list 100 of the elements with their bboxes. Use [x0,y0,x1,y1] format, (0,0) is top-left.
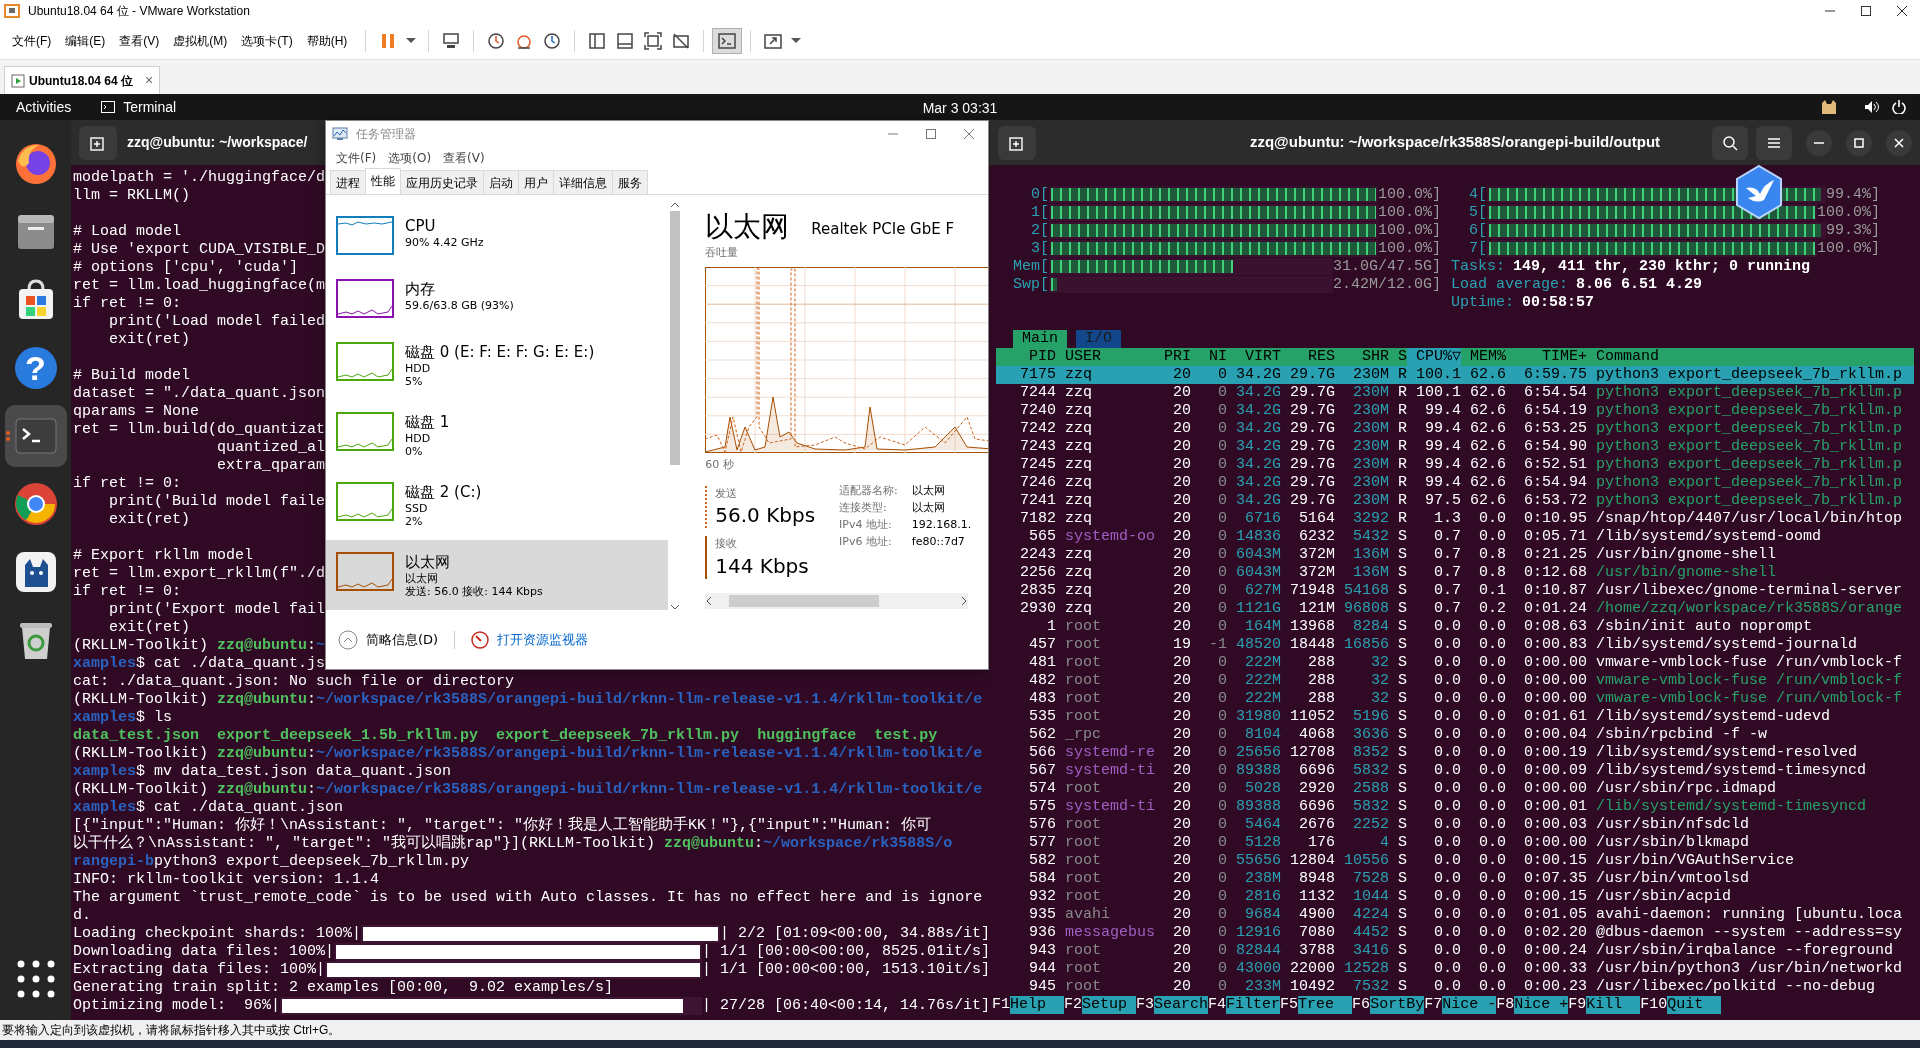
process-row[interactable]: 936 messagebus 20 0 12916 7080 4452 S 0.0 0.0 0:02.20 @dbus-daemon --system --address=sy [990,924,1920,942]
column-header[interactable]: RES [1281,348,1335,366]
power-icon[interactable] [1892,100,1906,114]
function-key[interactable]: Kill [1586,996,1641,1014]
process-row[interactable]: 7240 zzq 20 0 34.2G 29.7G 230M R 99.4 62.6 6:54.19 python3 export_deepseek_7b_rkllm.p [990,402,1920,420]
process-row[interactable]: 457 root 19 -1 48520 18448 16856 S 0.0 0.0 0:00.83 /lib/systemd/systemd-journald [990,636,1920,654]
cat-icon[interactable] [1820,99,1838,115]
process-row[interactable]: 932 root 20 0 2816 1132 1044 S 0.0 0.0 0:00.15 /usr/sbin/acpid [990,888,1920,906]
menu-item[interactable]: 文件(F) [330,148,383,167]
tab[interactable]: 用户 [518,169,554,194]
function-key[interactable]: Quit [1667,996,1722,1014]
process-row[interactable]: 574 root 20 0 5028 2920 2588 S 0.0 0.0 0:00.00 /usr/sbin/rpc.idmapd [990,780,1920,798]
process-row[interactable]: 7246 zzq 20 0 34.2G 29.7G 230M R 99.4 62.6 6:54.94 python3 export_deepseek_7b_rkllm.p [990,474,1920,492]
app-menu-button[interactable]: Terminal [95,95,183,119]
device-item[interactable]: 内存 59.6/63.8 GB (93%) [326,266,669,330]
function-key[interactable]: SortBy [1370,996,1425,1014]
dock-item[interactable]: ? [4,337,67,399]
chevron-right-icon[interactable] [960,595,969,606]
column-header[interactable]: NI [1191,348,1227,366]
resource-monitor-link[interactable]: 打开资源监视器 [471,630,589,650]
menu-item[interactable]: 选项卡(T) [237,29,297,52]
process-row[interactable]: 576 root 20 0 5464 2676 2252 S 0.0 0.0 0:00.03 /usr/sbin/nfsdcld [990,816,1920,834]
process-row[interactable]: 577 root 20 0 5128 176 4 S 0.0 0.0 0:00.00 /usr/sbin/blkmapd [990,834,1920,852]
close-button[interactable] [1886,129,1912,156]
column-header[interactable]: CPU%▽ [1407,348,1461,366]
process-row[interactable]: 567 systemd-ti 20 0 89388 6696 5832 S 0.0 0.0 0:00.09 /lib/systemd/systemd-timesyncd [990,762,1920,780]
menu-item[interactable]: 帮助(H) [302,29,352,52]
vm-tab[interactable]: Ubuntu18.04 64 位 × [4,66,161,94]
chevron-up-icon[interactable] [669,200,680,209]
process-row[interactable]: 7244 zzq 20 0 34.2G 29.7G 230M R 100.1 62.6 6:54.54 python3 export_deepseek_7b_rkllm.p [990,384,1920,402]
process-row[interactable]: 565 systemd-oo 20 0 14836 6232 5432 S 0.7 0.0 0:05.71 /lib/systemd/systemd-oomd [990,528,1920,546]
menu-item[interactable]: 查看(V) [115,29,164,52]
clock-button[interactable]: Mar 3 03:31 [922,98,998,119]
tab[interactable]: 详细信息 [553,169,613,194]
process-row[interactable]: 945 root 20 0 233M 10492 7532 S 0.0 0.0 0:00.23 /usr/libexec/polkitd --no-debug [990,978,1920,996]
column-header[interactable]: TIME+ [1506,348,1587,366]
process-row[interactable]: 2835 zzq 20 0 627M 71948 54168 S 0.7 0.1 0:10.87 /usr/libexec/gnome-terminal-server [990,582,1920,600]
process-row[interactable]: 482 root 20 0 222M 288 32 S 0.0 0.0 0:00.00 vmware-vmblock-fuse /run/vmblock-f [990,672,1920,690]
function-key[interactable]: Setup [1082,996,1137,1014]
column-header[interactable]: USER [1056,348,1155,366]
process-row[interactable]: 582 root 20 0 55656 12804 10556 S 0.0 0.0 0:00.15 /usr/bin/VGAuthService [990,852,1920,870]
process-row[interactable]: 935 avahi 20 0 9684 4900 4224 S 0.0 0.0 0:01.05 avahi-daemon: running [ubuntu.loca [990,906,1920,924]
process-row[interactable]: 2256 zzq 20 0 6043M 372M 136M S 0.7 0.8 0:12.68 /usr/bin/gnome-shell [990,564,1920,582]
process-row[interactable]: 2243 zzq 20 0 6043M 372M 136M S 0.7 0.8 0:21.25 /usr/bin/gnome-shell [990,546,1920,564]
device-item[interactable]: 磁盘 0 (E: F: E: F: G: E: E:) HDD 5% [326,329,669,400]
tab[interactable]: 启动 [483,169,519,194]
column-header[interactable]: S [1389,348,1407,366]
tab[interactable]: 应用历史记录 [400,169,484,194]
process-row[interactable]: 1 root 20 0 164M 13968 8284 S 0.0 0.0 0:08.63 /sbin/init auto noprompt [990,618,1920,636]
device-item[interactable]: 以太网 以太网 发送: 56.0 接收: 144 Kbps [326,539,669,610]
minimize-button[interactable] [1806,129,1832,156]
maximize-button[interactable] [1846,129,1872,156]
device-item[interactable]: 磁盘 2 (C:) SSD 2% [326,469,669,540]
menu-item[interactable]: 虚拟机(M) [169,29,232,52]
tab-close-button[interactable]: × [137,70,154,91]
device-item[interactable]: 磁盘 1 HDD 0% [326,399,669,470]
fewer-details-button[interactable]: 简略信息(D) [338,630,439,651]
process-row[interactable]: 7182 zzq 20 0 6716 5164 3292 R 1.3 0.0 0:10.95 /snap/htop/4407/usr/local/bin/htop [990,510,1920,528]
new-tab-button[interactable] [998,125,1036,160]
process-row[interactable]: 7243 zzq 20 0 34.2G 29.7G 230M R 99.4 62.6 6:54.90 python3 export_deepseek_7b_rkllm.p [990,438,1920,456]
process-row[interactable]: 944 root 20 0 43000 22000 12528 S 0.0 0.0 0:00.33 /usr/bin/python3 /usr/bin/networkd [990,960,1920,978]
chevron-left-icon[interactable] [705,595,714,606]
function-key[interactable]: Nice + [1514,996,1569,1014]
process-row[interactable]: 7241 zzq 20 0 34.2G 29.7G 230M R 97.5 62.6 6:53.72 python3 export_deepseek_7b_rkllm.p [990,492,1920,510]
function-key[interactable]: Search [1154,996,1209,1014]
new-tab-button[interactable] [79,125,117,160]
hexagon-bird-icon[interactable] [1734,164,1784,220]
column-header[interactable]: SHR [1335,348,1389,366]
menu-item[interactable]: 查看(V) [437,148,491,167]
column-header[interactable]: PID [1002,348,1056,366]
activities-button[interactable]: Activities [0,95,88,119]
process-row[interactable]: 481 root 20 0 222M 288 32 S 0.0 0.0 0:00.00 vmware-vmblock-fuse /run/vmblock-f [990,654,1920,672]
search-button[interactable] [1712,125,1748,160]
function-key[interactable]: Tree [1298,996,1353,1014]
column-header[interactable]: VIRT [1227,348,1281,366]
process-row[interactable]: 7175 zzq 20 0 34.2G 29.7G 230M R 100.1 62.6 6:59.75 python3 export_deepseek_7b_rkllm.p [996,366,1914,384]
menu-item[interactable]: 文件(F) [8,29,56,52]
process-row[interactable]: 584 root 20 0 238M 8948 7528 S 0.0 0.0 0:07.35 /usr/bin/vmtoolsd [990,870,1920,888]
scroll-thumb[interactable] [729,594,880,607]
scroll-thumb[interactable] [669,210,680,465]
tab[interactable]: 服务 [612,169,648,194]
process-row[interactable]: 2930 zzq 20 0 1121G 121M 96808 S 0.7 0.2 0:01.24 /home/zzq/workspace/rk3588S/orange [990,600,1920,618]
column-header[interactable]: Command [1587,348,1914,366]
console-view-button[interactable] [712,27,743,54]
chevron-down-icon[interactable] [669,603,680,612]
process-row[interactable]: 535 root 20 0 31980 11052 5196 S 0.0 0.0 0:01.61 /lib/systemd/systemd-udevd [990,708,1920,726]
process-row[interactable]: 7245 zzq 20 0 34.2G 29.7G 230M R 99.4 62.6 6:52.51 python3 export_deepseek_7b_rkllm.p [990,456,1920,474]
volume-icon[interactable] [1864,100,1880,114]
menu-item[interactable]: 编辑(E) [61,29,110,52]
process-row[interactable]: 562 _rpc 20 0 8104 4068 3636 S 0.0 0.0 0:00.04 /sbin/rpcbind -f -w [990,726,1920,744]
tab[interactable]: Main [1013,330,1067,348]
device-item[interactable]: CPU 90% 4.42 GHz [326,203,669,267]
process-row[interactable]: 483 root 20 0 222M 288 32 S 0.0 0.0 0:00.00 vmware-vmblock-fuse /run/vmblock-f [990,690,1920,708]
process-row[interactable]: 7242 zzq 20 0 34.2G 29.7G 230M R 99.4 62.6 6:53.25 python3 export_deepseek_7b_rkllm.p [990,420,1920,438]
function-key[interactable]: Help [1010,996,1064,1014]
column-header[interactable]: PRI [1155,348,1191,366]
process-row[interactable]: 943 root 20 0 82844 3788 3416 S 0.0 0.0 0:00.24 /usr/sbin/irqbalance --foreground [990,942,1920,960]
column-header[interactable]: MEM% [1461,348,1506,366]
process-row[interactable]: 575 systemd-ti 20 0 89388 6696 5832 S 0.0 0.0 0:00.01 /lib/systemd/systemd-timesyncd [990,798,1920,816]
function-key[interactable]: Nice - [1442,996,1497,1014]
